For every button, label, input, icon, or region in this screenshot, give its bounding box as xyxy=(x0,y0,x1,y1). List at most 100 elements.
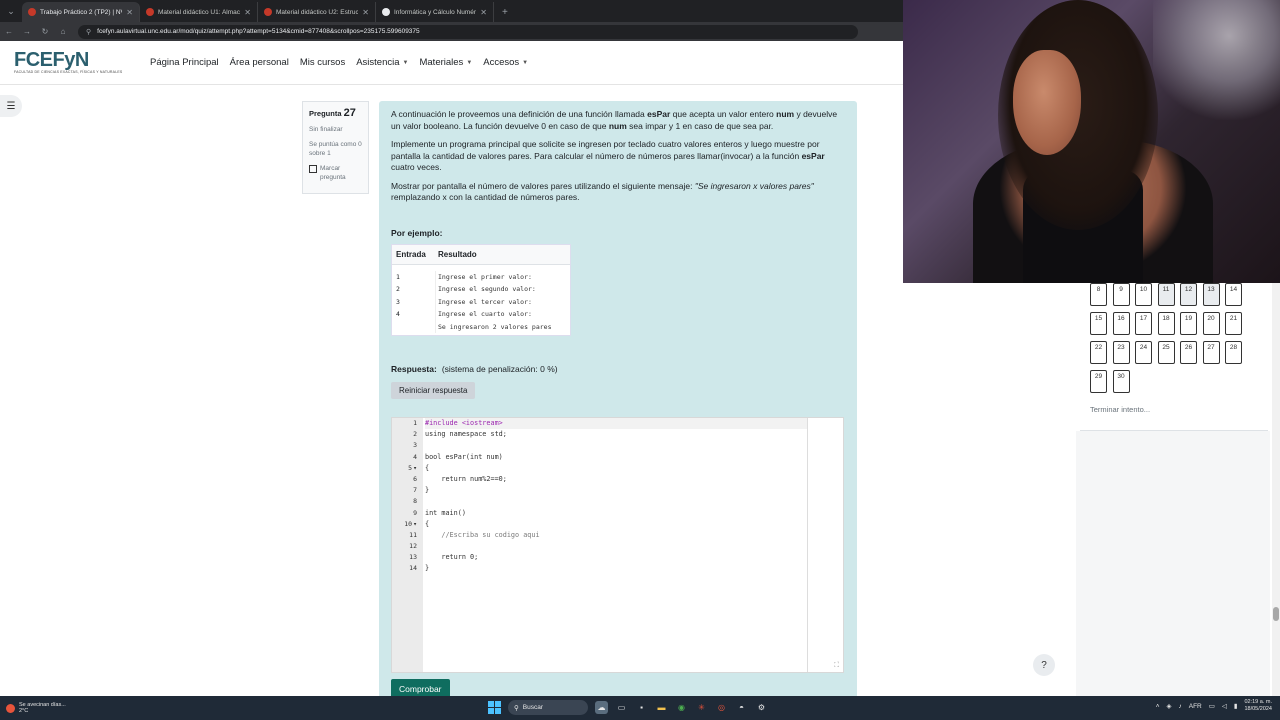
quiz-nav-button[interactable]: 28 xyxy=(1225,341,1242,364)
quiz-nav-button[interactable]: 12 xyxy=(1180,283,1197,306)
forward-icon[interactable]: → xyxy=(18,27,36,36)
finish-attempt-link[interactable]: Terminar intento... xyxy=(1090,405,1150,414)
code-content[interactable]: #include <iostream> using namespace std; b… xyxy=(425,418,807,575)
tab-material-u2[interactable]: Material didáctico U2: Estructu ✕ xyxy=(258,2,376,22)
quiz-nav-button[interactable]: 26 xyxy=(1180,341,1197,364)
home-icon[interactable]: ⌂ xyxy=(54,27,72,36)
quiz-nav-button[interactable]: 14 xyxy=(1225,283,1242,306)
close-icon[interactable]: ✕ xyxy=(480,8,487,17)
address-bar[interactable]: ⚲ fcefyn.aulavirtual.unc.edu.ar/mod/quiz… xyxy=(78,24,858,39)
close-icon[interactable]: ✕ xyxy=(244,8,251,17)
line-number: 5▾ xyxy=(408,463,417,472)
code-line[interactable]: { xyxy=(425,463,807,474)
line-number: 3 xyxy=(413,441,417,450)
tab-material-u1[interactable]: Material didáctico U1: Almacen ✕ xyxy=(140,2,258,22)
nav-pagina-principal[interactable]: Página Principal xyxy=(150,57,219,68)
obs-icon[interactable]: ◎ xyxy=(715,701,728,714)
flag-question-button[interactable]: Marcar pregunta xyxy=(309,164,362,182)
quiz-nav-button[interactable]: 20 xyxy=(1202,312,1220,335)
quiz-nav-button[interactable]: 27 xyxy=(1202,341,1220,364)
display-icon[interactable]: ▭ xyxy=(1209,702,1215,710)
windows-start-icon[interactable] xyxy=(488,701,501,714)
quiz-nav-button[interactable]: 9 xyxy=(1112,283,1130,306)
reset-answer-button[interactable]: Reiniciar respuesta xyxy=(391,382,476,399)
line-number: 14 xyxy=(409,564,417,573)
microphone-icon[interactable]: ♪ xyxy=(1178,703,1181,710)
nav-mis-cursos[interactable]: Mis cursos xyxy=(300,57,345,68)
close-icon[interactable]: ✕ xyxy=(362,8,369,17)
quiz-nav-button[interactable]: 10 xyxy=(1135,283,1152,306)
quiz-nav-button[interactable]: 13 xyxy=(1202,283,1220,306)
quiz-nav-button[interactable]: 29 xyxy=(1090,370,1107,393)
fullscreen-icon[interactable]: ⛶ xyxy=(834,662,839,670)
code-line[interactable]: } xyxy=(425,485,807,496)
back-icon[interactable]: ← xyxy=(0,27,18,36)
file-explorer-icon[interactable]: ▬ xyxy=(655,701,668,714)
quiz-nav-button[interactable]: 30 xyxy=(1112,370,1130,393)
output-line: Ingrese el primer valor: xyxy=(438,272,532,281)
quiz-nav-button[interactable]: 23 xyxy=(1112,341,1130,364)
code-line[interactable]: using namespace std; xyxy=(425,429,807,440)
course-index-toggle[interactable]: ☰ xyxy=(0,95,22,117)
taskbar-search[interactable]: ⚲ Buscar xyxy=(508,700,588,715)
task-view-icon[interactable]: ▭ xyxy=(615,701,628,714)
battery-icon[interactable]: ▮ xyxy=(1234,702,1238,710)
help-button[interactable]: ? xyxy=(1033,654,1055,676)
output-line: Ingrese el segundo valor: xyxy=(438,285,536,293)
code-line[interactable]: #include <iostream> xyxy=(425,418,807,430)
quiz-nav-button[interactable]: 19 xyxy=(1180,312,1197,335)
terminal-icon[interactable]: ▪ xyxy=(635,701,648,714)
tab-trabajo-practico[interactable]: Trabajo Práctico 2 (TP2) | NVA ✕ xyxy=(22,2,140,22)
tab-title: Material didáctico U1: Almacen xyxy=(158,8,241,16)
code-line[interactable]: } xyxy=(425,563,807,574)
quiz-nav-button[interactable]: 18 xyxy=(1157,312,1175,335)
fold-arrow-icon[interactable]: ▾ xyxy=(413,464,417,472)
nav-area-personal[interactable]: Área personal xyxy=(230,57,289,68)
fold-arrow-icon[interactable]: ▾ xyxy=(413,520,417,528)
header-resultado: Resultado xyxy=(438,249,477,259)
language-indicator[interactable]: AFR xyxy=(1189,703,1202,710)
app-icon[interactable]: ◓ xyxy=(735,701,748,714)
code-line[interactable] xyxy=(425,440,807,451)
code-line[interactable] xyxy=(425,541,807,552)
quiz-nav-button[interactable]: 17 xyxy=(1135,312,1152,335)
nav-accesos[interactable]: Accesos ▼ xyxy=(483,57,528,68)
quiz-nav-button[interactable]: 8 xyxy=(1090,283,1107,306)
search-label: Buscar xyxy=(522,704,543,711)
quiz-nav-button[interactable]: 22 xyxy=(1090,341,1107,364)
tab-search-icon[interactable]: ⌄ xyxy=(0,0,22,22)
reload-icon[interactable]: ↻ xyxy=(36,27,54,36)
chevron-up-icon[interactable]: ˄ xyxy=(1156,703,1160,710)
code-line[interactable]: //Escriba su codigo aqui xyxy=(425,530,807,541)
quiz-nav-button[interactable]: 15 xyxy=(1090,312,1107,335)
network-icon[interactable]: ◈ xyxy=(1166,702,1171,710)
widgets-icon[interactable]: ☁ xyxy=(595,701,608,714)
new-tab-icon[interactable]: + xyxy=(494,2,516,22)
weather-widget[interactable]: Se avecinan días... 2°C xyxy=(6,702,66,715)
code-editor[interactable]: 1 2 3 4 5▾ 6 7 8 9 10▾ 11 12 13 14 #include <iostream… xyxy=(391,417,844,673)
flag-label: Marcar pregunta xyxy=(320,165,346,181)
quiz-nav-button[interactable]: 21 xyxy=(1225,312,1242,335)
nav-materiales[interactable]: Materiales ▼ xyxy=(419,57,472,68)
speaker-icon[interactable]: ◁ xyxy=(1222,702,1227,710)
quiz-nav-button[interactable]: 16 xyxy=(1112,312,1130,335)
quiz-nav-button[interactable]: 24 xyxy=(1135,341,1152,364)
clock[interactable]: 02:19 a. m. 18/05/2024 xyxy=(1244,699,1272,713)
site-info-icon[interactable]: ⚲ xyxy=(86,28,91,36)
site-logo[interactable]: FCEFyN FACULTAD DE CIENCIAS EXACTAS, FÍS… xyxy=(14,50,126,75)
nav-asistencia[interactable]: Asistencia ▼ xyxy=(356,57,408,68)
code-line[interactable]: return num%2==0; xyxy=(425,474,807,485)
settings-icon[interactable]: ⚙ xyxy=(755,701,768,714)
close-icon[interactable]: ✕ xyxy=(126,8,133,17)
code-line[interactable] xyxy=(425,496,807,507)
app-icon[interactable]: ✳ xyxy=(695,701,708,714)
tab-informatica[interactable]: Informática y Cálculo Numéric ✕ xyxy=(376,2,494,22)
code-line[interactable]: int main() xyxy=(425,508,807,519)
scrollbar-thumb[interactable] xyxy=(1273,607,1279,621)
quiz-nav-button[interactable]: 11 xyxy=(1157,283,1175,306)
code-line[interactable]: return 0; xyxy=(425,552,807,563)
code-line[interactable]: { xyxy=(425,519,807,530)
quiz-nav-button[interactable]: 25 xyxy=(1157,341,1175,364)
code-line[interactable]: bool esPar(int num) xyxy=(425,452,807,463)
chrome-icon[interactable]: ◉ xyxy=(675,701,688,714)
